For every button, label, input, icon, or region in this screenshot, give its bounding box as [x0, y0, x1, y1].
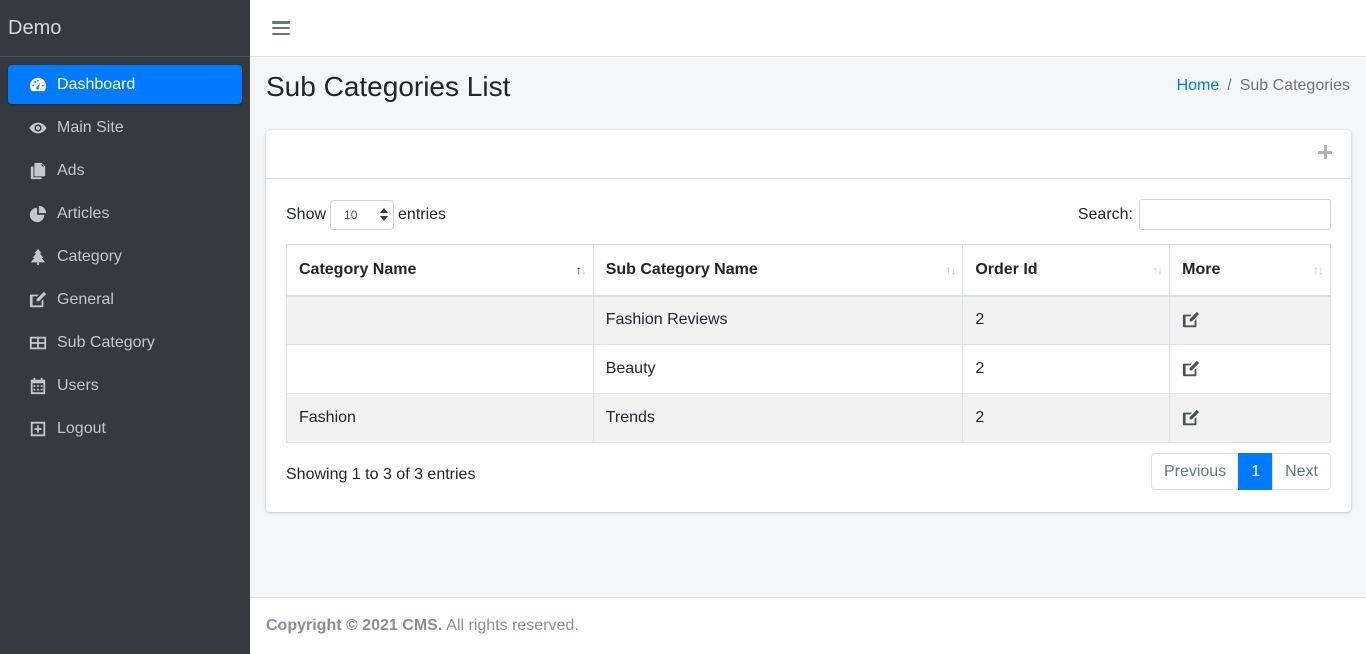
- cell-more: [1169, 393, 1331, 443]
- entries-select-wrap: 10: [326, 200, 398, 230]
- sidebar-item-label: Dashboard: [57, 75, 136, 93]
- sidebar-item-label: Category: [57, 247, 122, 265]
- th-large-icon: [27, 333, 49, 353]
- column-header-order-id[interactable]: Order Id ↑↓: [962, 244, 1171, 297]
- rights-text: All rights reserved.: [446, 617, 579, 634]
- column-header-category-name[interactable]: Category Name ↑↓: [286, 244, 594, 297]
- cell-category-name: Fashion: [286, 393, 594, 443]
- table-row: Fashion Reviews 2: [286, 295, 1331, 345]
- table-controls: Show 10 entries Search:: [286, 199, 1331, 231]
- chart-pie-icon: [27, 204, 49, 224]
- edit-icon: [27, 290, 49, 310]
- sidebar-item-label: Users: [57, 376, 99, 394]
- sidebar-item-sub-category[interactable]: Sub Category: [8, 323, 242, 362]
- sub-categories-table: Category Name ↑↓ Sub Category Name ↑↓ Or…: [286, 244, 1331, 443]
- plus-square-icon: [27, 419, 49, 439]
- table-row: Fashion Trends 2: [286, 393, 1331, 443]
- edit-icon[interactable]: [1182, 409, 1200, 427]
- sidebar-item-general[interactable]: General: [8, 280, 242, 319]
- search-box: Search:: [1078, 199, 1331, 230]
- sidebar-item-label: Logout: [57, 419, 106, 437]
- cell-order-id: 2: [962, 393, 1171, 443]
- edit-icon[interactable]: [1182, 360, 1200, 378]
- column-header-sub-category-name[interactable]: Sub Category Name ↑↓: [592, 244, 964, 297]
- sidebar-item-label: Ads: [57, 161, 85, 179]
- breadcrumb: Home / Sub Categories: [1177, 77, 1350, 95]
- length-suffix: entries: [398, 206, 447, 223]
- tachometer-icon: [27, 75, 49, 95]
- footer: Copyright © 2021 CMS. All rights reserve…: [250, 597, 1366, 654]
- breadcrumb-current: Sub Categories: [1239, 77, 1350, 94]
- sub-categories-card: Show 10 entries Search: Category Name ↑↓: [266, 130, 1351, 512]
- edit-icon[interactable]: [1182, 311, 1200, 329]
- sidebar-item-main-site[interactable]: Main Site: [8, 108, 242, 147]
- copy-icon: [27, 161, 49, 181]
- sidebar-item-logout[interactable]: Logout: [8, 409, 242, 448]
- sidebar: Demo Dashboard Main Site Ads Articles Ca…: [0, 0, 250, 654]
- sort-icon: ↑↓: [1152, 263, 1163, 277]
- sidebar-item-label: General: [57, 290, 114, 308]
- breadcrumb-separator: /: [1227, 77, 1232, 94]
- sidebar-item-category[interactable]: Category: [8, 237, 242, 276]
- copyright-text: Copyright © 2021 CMS.: [266, 617, 443, 634]
- table-info: Showing 1 to 3 of 3 entries: [286, 466, 476, 483]
- sort-icon: ↑↓: [1313, 263, 1324, 277]
- brand-text[interactable]: Demo: [0, 0, 250, 57]
- page-1-button[interactable]: 1: [1238, 453, 1274, 490]
- breadcrumb-home-link[interactable]: Home: [1177, 77, 1220, 95]
- entries-length: Show 10 entries: [286, 200, 446, 230]
- page-title: Sub Categories List: [266, 71, 511, 102]
- cell-sub-category-name: Fashion Reviews: [592, 295, 964, 345]
- previous-button[interactable]: Previous: [1150, 453, 1240, 490]
- cell-category-name: [286, 295, 594, 345]
- cell-sub-category-name: Trends: [592, 393, 964, 443]
- eye-icon: [27, 118, 49, 138]
- next-button[interactable]: Next: [1272, 453, 1331, 490]
- sidebar-item-users[interactable]: Users: [8, 366, 242, 405]
- table-row: Beauty 2: [286, 344, 1331, 394]
- sidebar-item-label: Main Site: [57, 118, 124, 136]
- sidebar-item-articles[interactable]: Articles: [8, 194, 242, 233]
- cell-order-id: 2: [962, 344, 1171, 394]
- sort-asc-icon: ↑↓: [575, 263, 587, 277]
- entries-select[interactable]: 10: [330, 200, 395, 230]
- card-header: [266, 130, 1351, 179]
- cell-more: [1169, 295, 1331, 345]
- pagination: Previous 1 Next: [1150, 453, 1331, 490]
- tree-icon: [27, 247, 49, 267]
- sidebar-item-label: Sub Category: [57, 333, 155, 351]
- length-prefix: Show: [286, 206, 327, 223]
- sidebar-item-label: Articles: [57, 204, 110, 222]
- search-label: Search:: [1077, 205, 1133, 223]
- top-navbar: [250, 0, 1366, 57]
- sidebar-item-ads[interactable]: Ads: [8, 151, 242, 190]
- column-header-more[interactable]: More ↑↓: [1169, 244, 1331, 297]
- cell-sub-category-name: Beauty: [592, 344, 964, 394]
- cell-more: [1169, 344, 1331, 394]
- sort-icon: ↑↓: [945, 263, 956, 277]
- search-input[interactable]: [1139, 199, 1331, 230]
- sidebar-item-dashboard[interactable]: Dashboard: [8, 65, 242, 104]
- cell-category-name: [286, 344, 594, 394]
- calendar-icon: [27, 376, 49, 396]
- plus-icon[interactable]: [1317, 144, 1333, 160]
- cell-order-id: 2: [962, 295, 1171, 345]
- bars-icon[interactable]: [272, 20, 290, 36]
- table-header-row: Category Name ↑↓ Sub Category Name ↑↓ Or…: [286, 244, 1331, 297]
- sidebar-nav: Dashboard Main Site Ads Articles Categor…: [0, 57, 250, 448]
